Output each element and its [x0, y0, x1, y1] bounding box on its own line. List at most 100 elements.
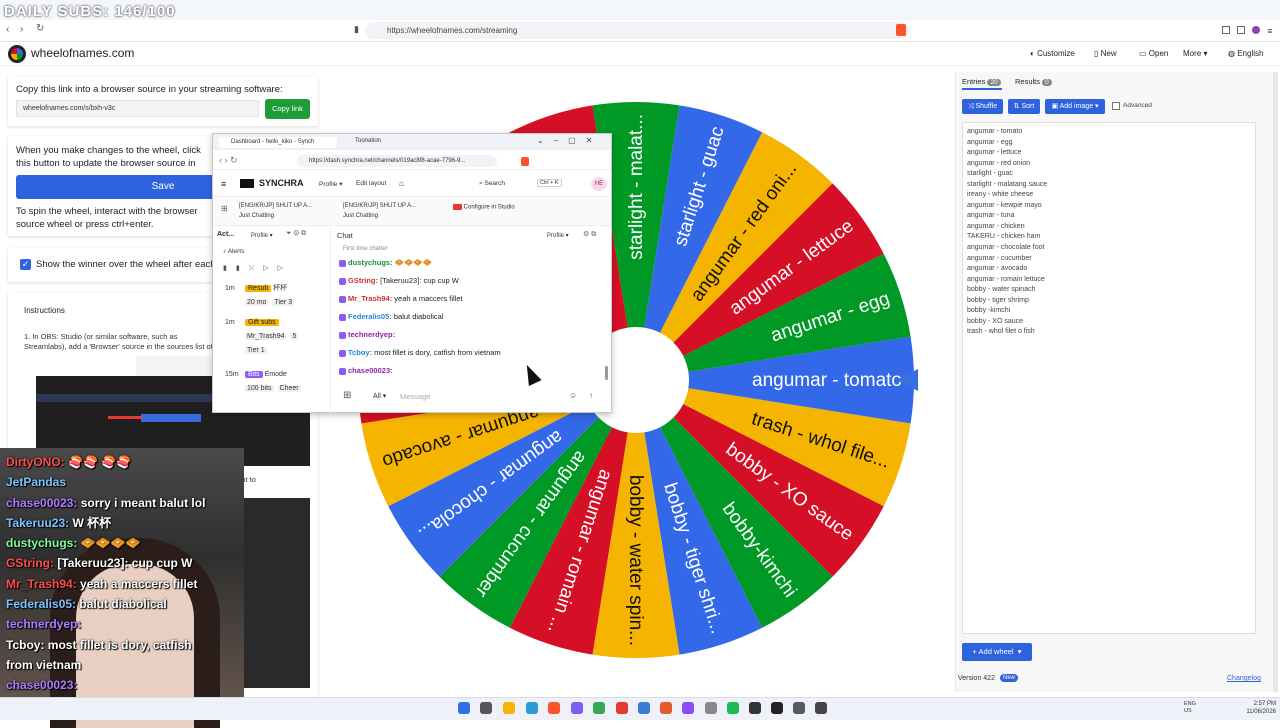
scrollbar[interactable]: [1273, 72, 1278, 692]
app-icon-5[interactable]: [660, 702, 672, 714]
configure-studio-button[interactable]: Configure in Studio: [453, 204, 515, 211]
shuffle-button[interactable]: ⤨ Shuffle: [962, 99, 1003, 114]
popup-nav-icons[interactable]: ‹ › ↻: [219, 155, 238, 166]
twitch-icon[interactable]: [682, 702, 694, 714]
site-name[interactable]: wheelofnames.com: [31, 46, 134, 60]
chrome-icon[interactable]: [593, 702, 605, 714]
grid-icon[interactable]: ⊞: [221, 204, 228, 213]
sort-button[interactable]: ⇅ Sort: [1008, 99, 1040, 114]
emoji-icon[interactable]: ☺: [569, 391, 577, 400]
bookmark-icon[interactable]: ▮: [354, 24, 359, 35]
activity-profile[interactable]: Profile ▾: [251, 232, 273, 239]
chat-tool-icons[interactable]: ⚙ ⧉: [583, 230, 596, 239]
send-icon[interactable]: ↑: [589, 391, 593, 400]
edit-layout-button[interactable]: Edit layout: [356, 180, 386, 187]
advanced-checkbox[interactable]: [1112, 102, 1120, 110]
clock[interactable]: 2:57 PM 11/06/2026: [1236, 700, 1276, 716]
brave-icon[interactable]: [548, 702, 560, 714]
chat-message[interactable]: technerdyep:: [339, 326, 601, 344]
overlay-chat-line: Takeruu23: W 杯杯: [6, 513, 251, 533]
message-input[interactable]: Message: [400, 392, 430, 401]
popup-shield-icon[interactable]: [521, 157, 529, 166]
explorer-icon[interactable]: [503, 702, 515, 714]
new-button[interactable]: ▯ New: [1094, 48, 1130, 60]
lock-icon[interactable]: ⌂: [399, 179, 404, 188]
chat-filter[interactable]: All ▾: [373, 392, 386, 400]
app-icon-9[interactable]: [815, 702, 827, 714]
open-button[interactable]: ▭ Open: [1139, 48, 1175, 60]
customize-button[interactable]: ◐ Customize: [1030, 48, 1085, 60]
chat-scrollbar[interactable]: [605, 366, 608, 380]
app-icon-7[interactable]: [749, 702, 761, 714]
app-icon-3[interactable]: [616, 702, 628, 714]
language-button[interactable]: ◍ English: [1228, 48, 1270, 60]
spotify-icon[interactable]: [727, 702, 739, 714]
chat-username[interactable]: Tcboy:: [348, 348, 372, 357]
app-icon-8[interactable]: [793, 702, 805, 714]
profile-icon[interactable]: [1252, 26, 1261, 34]
app-icon-1[interactable]: [526, 702, 538, 714]
activity-item[interactable]: 1m Resub 杯杯 20 mo Tier 3: [213, 282, 331, 310]
app-icon-4[interactable]: [638, 702, 650, 714]
back-icon[interactable]: ‹: [6, 24, 9, 35]
popup-tab-toonation[interactable]: Toonation: [355, 138, 381, 144]
overlay-chat-user: Takeruu23:: [6, 515, 70, 530]
forward-icon[interactable]: ›: [20, 24, 23, 35]
profile-dropdown[interactable]: Profile ▾: [319, 180, 343, 188]
activity-time: 15m: [225, 371, 239, 378]
url-bar[interactable]: https://wheelofnames.com/streaming: [365, 22, 910, 39]
wheel-segment-label: starlight - malat...: [626, 114, 647, 260]
popup-window-controls[interactable]: ⌄–▢✕: [537, 136, 602, 145]
chat-message[interactable]: Federalis05: balut diabolical: [339, 308, 601, 326]
show-winner-checkbox[interactable]: ✓: [20, 259, 31, 270]
add-wheel-button[interactable]: + Add wheel ▾: [962, 643, 1032, 661]
changelog-link[interactable]: Changelog: [1227, 675, 1261, 682]
hamburger-icon[interactable]: ≡: [221, 179, 226, 189]
add-image-button[interactable]: ▣ Add image ▾: [1045, 99, 1105, 114]
app-icon-2[interactable]: [571, 702, 583, 714]
extensions-icon[interactable]: [1222, 26, 1230, 34]
reload-icon[interactable]: ↻: [36, 23, 44, 34]
chat-username[interactable]: GString:: [348, 276, 378, 285]
keyboard-language[interactable]: ENG US: [1184, 701, 1196, 715]
sub-badge-icon: [339, 331, 346, 339]
synchra-window: Dashboard - hello_kiko - Synch Toonation…: [212, 133, 612, 413]
search-taskbar-icon[interactable]: [480, 702, 492, 714]
chat-message[interactable]: Tcboy: most fillet is dory, catfish from…: [339, 344, 601, 362]
activity-item[interactable]: 15m Bits Emode 100 bits Cheer: [213, 368, 331, 396]
chat-username[interactable]: chase00023:: [348, 366, 393, 375]
entries-textarea[interactable]: angumar - tomato angumar - egg angumar - l…: [962, 122, 1256, 634]
tab-entries[interactable]: Entries 20: [962, 77, 1001, 86]
more-button[interactable]: More ▾: [1183, 48, 1215, 60]
chat-username[interactable]: technerdyep:: [348, 330, 395, 339]
alert-controls[interactable]: ▮▮⤬▷▷: [223, 264, 292, 273]
stream-1[interactable]: [ENG/KR/JP] SHUT UP A... Just Chatting: [239, 201, 339, 221]
chat-username[interactable]: dustychugs:: [348, 258, 393, 267]
entries-tab-label: Entries: [962, 77, 986, 86]
menu-icon[interactable]: ≡: [1267, 26, 1272, 36]
chat-message[interactable]: GString: [Takeruu23]: cup cup W: [339, 272, 601, 290]
chat-profile[interactable]: Profile ▾: [547, 232, 569, 239]
user-avatar[interactable]: HE: [591, 177, 607, 191]
obs-icon[interactable]: [771, 702, 783, 714]
tab-results[interactable]: Results 0: [1015, 77, 1052, 86]
chat-username[interactable]: Federalis05:: [348, 312, 392, 321]
activity-tool-icons[interactable]: ⏷ ⚙ ⧉: [286, 230, 306, 238]
changes-text: When you make changes to the wheel, clic…: [16, 145, 201, 169]
brave-shield-icon[interactable]: [896, 24, 906, 36]
stream-link-field[interactable]: wheelofnames.com/s/bxh-v3c: [16, 100, 259, 117]
stream-2[interactable]: [ENG/KR/JP] SHUT UP A... Just Chatting: [343, 201, 443, 221]
activity-item[interactable]: 1m Gift subs Mr_Trash94 5 Tier 1: [213, 316, 331, 358]
search-button[interactable]: ⌕ Search: [479, 180, 505, 188]
chat-message[interactable]: dustychugs: 🧇🧇🧇🧇: [339, 254, 601, 272]
popup-tab-dashboard[interactable]: Dashboard - hello_kiko - Synch: [219, 137, 337, 148]
sidebar-icon[interactable]: [1237, 26, 1246, 34]
app-icon-6[interactable]: [705, 702, 717, 714]
copy-link-button[interactable]: Copy link: [265, 99, 310, 119]
chat-message[interactable]: chase00023:: [339, 362, 601, 380]
chat-username[interactable]: Mr_Trash94:: [348, 294, 392, 303]
emote-grid-icon[interactable]: ⊞: [343, 390, 351, 401]
start-icon[interactable]: [458, 702, 470, 714]
chat-message[interactable]: Mr_Trash94: yeah a maccers fillet: [339, 290, 601, 308]
popup-url-bar[interactable]: https://dash.synchra.net/channels/019ac8…: [297, 155, 497, 167]
